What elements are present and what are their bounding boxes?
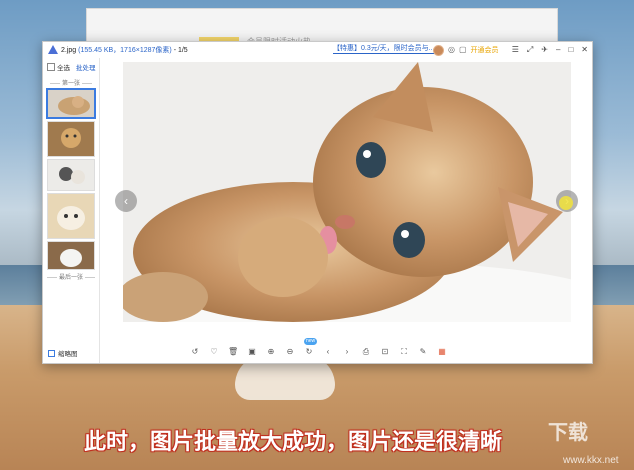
select-all-label: 全选: [57, 65, 70, 72]
heart-icon[interactable]: ♡: [209, 347, 219, 357]
zoom-out-icon[interactable]: ⊖: [285, 347, 295, 357]
thumbnail-1[interactable]: [46, 88, 96, 119]
close-icon[interactable]: ✕: [581, 44, 588, 55]
message-icon[interactable]: ▢: [459, 45, 467, 55]
refresh-icon[interactable]: ↻: [304, 347, 314, 357]
thumbnail-kitten-lying: [48, 90, 94, 117]
delete-icon[interactable]: 🗑: [228, 347, 238, 357]
title-bar-icons: ◎ ▢ 开通会员: [433, 44, 499, 56]
thumbnail-cat-face: [48, 194, 94, 238]
promo-link[interactable]: 【特惠】0.3元/天，限时会员与...: [333, 45, 435, 54]
avatar[interactable]: [433, 44, 444, 56]
thumbnail-panel: 全选 批处理 第一张 最后一张 缩略图: [43, 58, 100, 363]
rotate-icon[interactable]: ↺: [190, 347, 200, 357]
kitten-photo: [123, 62, 571, 322]
image-index: - 1/5: [173, 47, 188, 54]
apps-icon[interactable]: ▦: [437, 347, 447, 357]
file-meta: (155.45 KB，1716×1287像素): [78, 47, 172, 54]
vip-crown-icon[interactable]: ◎: [448, 45, 455, 55]
thumbnail-view-label: 缩略图: [58, 351, 78, 358]
thumbnail-2[interactable]: [47, 121, 95, 157]
select-all-row[interactable]: 全选 批处理: [47, 62, 96, 72]
window-title: 2.jpg (155.45 KB，1716×1287像素) - 1/5: [61, 45, 188, 55]
thumbnail-4[interactable]: [47, 193, 95, 239]
batch-process-link[interactable]: 批处理: [76, 62, 96, 72]
thumbnail-cat-white: [48, 242, 94, 269]
fullscreen-icon[interactable]: ⤢: [527, 44, 533, 55]
video-caption: 此时，图片批量放大成功，图片还是很清晰: [84, 430, 503, 455]
pin-icon[interactable]: ✈: [541, 44, 548, 55]
first-image-label: 第一张: [43, 78, 99, 87]
next-icon[interactable]: ›: [342, 347, 352, 357]
open-vip-button[interactable]: 开通会员: [471, 45, 499, 55]
maximize-icon[interactable]: □: [568, 44, 573, 55]
prev-icon[interactable]: ‹: [323, 347, 333, 357]
watermark-url: www.kkx.net: [563, 455, 619, 466]
app-logo-icon: [48, 45, 58, 54]
thumbnail-view-icon: [48, 349, 55, 357]
thumbnail-view-button[interactable]: 缩略图: [48, 348, 78, 358]
menu-icon[interactable]: ☰: [512, 44, 519, 55]
zoom-in-icon[interactable]: ⊕: [266, 347, 276, 357]
select-all-checkbox[interactable]: [47, 63, 55, 71]
image-viewer-window: 2.jpg (155.45 KB，1716×1287像素) - 1/5 【特惠】…: [42, 41, 593, 364]
file-name: 2.jpg: [61, 47, 77, 54]
title-bar[interactable]: 2.jpg (155.45 KB，1716×1287像素) - 1/5 【特惠】…: [43, 42, 592, 58]
scan-icon[interactable]: ⊡: [380, 347, 390, 357]
edit-icon[interactable]: ✎: [418, 347, 428, 357]
bottom-toolbar: ↺ ♡ 🗑 ▣ ⊕ ⊖ ↻ ‹ › ⎙ ⊡ ⛶ ✎ ▦: [190, 345, 447, 359]
thumbnail-3[interactable]: [47, 159, 95, 191]
print-icon[interactable]: ⎙: [361, 347, 371, 357]
fullscreen-icon[interactable]: ⛶: [399, 347, 409, 357]
window-controls: ☰ ⤢ ✈ – □ ✕: [512, 44, 588, 55]
thumbnail-kittens-pair: [48, 160, 94, 190]
watermark-brand: 下载: [548, 420, 588, 444]
last-image-label: 最后一张: [43, 272, 99, 281]
minimize-icon[interactable]: –: [556, 44, 560, 55]
main-image[interactable]: [123, 62, 571, 322]
new-badge: new: [304, 338, 318, 345]
cursor-highlight: [559, 196, 573, 210]
previous-image-button[interactable]: ‹: [115, 190, 137, 212]
thumbnail-5[interactable]: [47, 241, 95, 270]
compare-icon[interactable]: ▣: [247, 347, 257, 357]
thumbnail-kitten-sitting: [48, 122, 94, 156]
